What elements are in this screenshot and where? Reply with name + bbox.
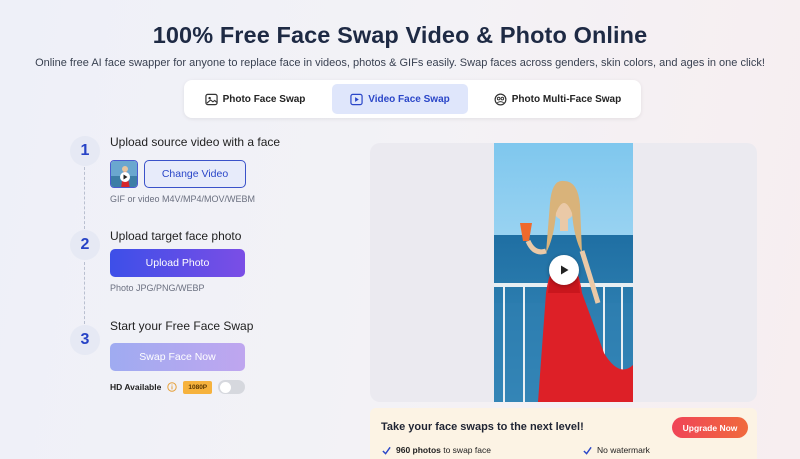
play-button[interactable] [549,255,579,285]
step-1-title: Upload source video with a face [110,135,281,149]
tab-photo-multi-face-swap[interactable]: Photo Multi-Face Swap [480,84,635,114]
source-video-thumbnail[interactable] [110,160,138,188]
feature-photos-count: 960 photos [396,445,441,455]
hd-toggle[interactable] [218,380,246,394]
page-subtitle: Online free AI face swapper for anyone t… [35,57,765,69]
hd-option-row: HD Available 1080P [110,379,246,395]
feature-photos: 960 photos to swap face [382,445,491,455]
step-connector [84,167,85,229]
upload-photo-button[interactable]: Upload Photo [110,249,245,277]
upgrade-title: Take your face swaps to the next level! [381,421,584,433]
hd-label: HD Available [110,382,162,392]
upgrade-banner: Take your face swaps to the next level! … [370,408,757,459]
video-preview-panel [370,143,757,402]
page-title: 100% Free Face Swap Video & Photo Online [152,22,648,48]
step-1-number: 1 [70,136,100,166]
step-2-title: Upload target face photo [110,229,242,243]
check-icon [382,446,391,455]
faces-icon [494,93,507,105]
step-1-hint: GIF or video M4V/MP4/MOV/WEBM [110,194,256,204]
step-3-number: 3 [70,325,100,355]
upgrade-now-button[interactable]: Upgrade Now [672,417,748,438]
tab-label: Photo Face Swap [222,93,306,105]
swap-face-now-button[interactable]: Swap Face Now [110,343,245,371]
tab-photo-face-swap[interactable]: Photo Face Swap [190,84,320,114]
tab-label: Photo Multi-Face Swap [511,93,622,105]
video-thumbnail-image [111,161,137,187]
tab-video-face-swap[interactable]: Video Face Swap [332,84,468,114]
resolution-badge: 1080P [183,380,213,394]
video-icon [350,93,363,105]
feature-photos-text: to swap face [440,445,491,455]
feature-no-watermark-text: No watermark [597,445,650,455]
change-video-button[interactable]: Change Video [144,160,246,188]
tab-label: Video Face Swap [368,93,450,105]
image-icon [204,93,218,105]
check-icon [583,446,592,455]
info-icon[interactable] [167,382,178,392]
step-2-hint: Photo JPG/PNG/WEBP [110,283,205,293]
feature-no-watermark: No watermark [583,445,650,455]
swap-mode-tabs: Photo Face Swap Video Face Swap Photo Mu… [184,80,641,118]
step-connector [84,262,85,324]
step-2-number: 2 [70,230,100,260]
step-3-title: Start your Free Face Swap [110,319,254,333]
play-icon [561,265,569,275]
